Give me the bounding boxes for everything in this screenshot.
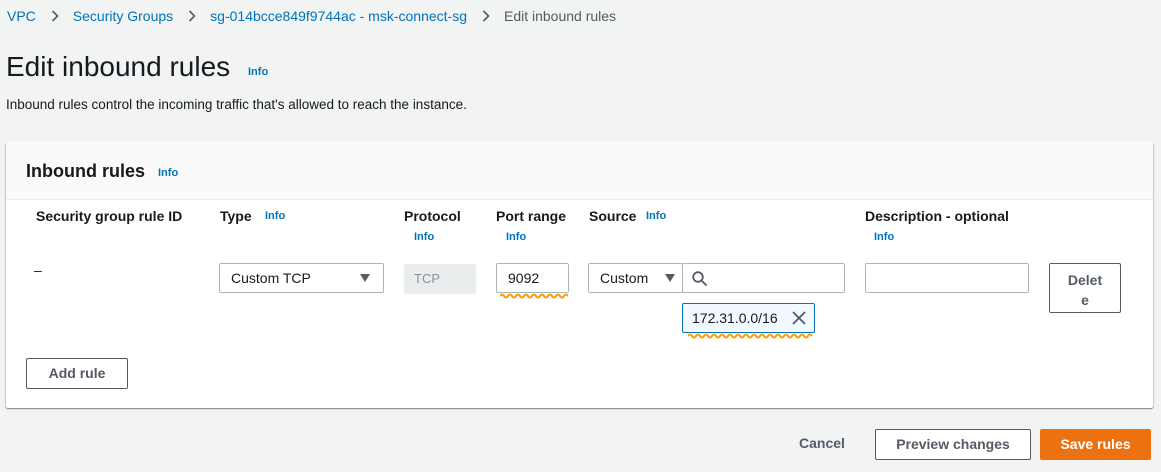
add-rule-button[interactable]: Add rule [26, 358, 128, 389]
edit-inbound-rules-page: VPC Security Groups sg-014bcce849f9744ac… [0, 0, 1161, 472]
spellcheck-underline [500, 293, 568, 299]
breadcrumb: VPC Security Groups sg-014bcce849f9744ac… [7, 6, 616, 26]
protocol-value: TCP [414, 271, 440, 286]
preview-changes-button[interactable]: Preview changes [875, 429, 1031, 460]
page-description: Inbound rules control the incoming traff… [6, 97, 467, 112]
breadcrumb-security-group[interactable]: sg-014bcce849f9744ac - msk-connect-sg [210, 8, 467, 24]
protocol-info-link[interactable]: Info [414, 231, 434, 243]
port-range-value: 9092 [508, 270, 540, 286]
port-range-input[interactable]: 9092 [496, 263, 569, 293]
caret-down-icon [360, 274, 370, 282]
page-title: Edit inbound rules [6, 51, 231, 82]
type-info-link[interactable]: Info [265, 210, 285, 222]
panel-info-link[interactable]: Info [158, 167, 178, 179]
inbound-rules-panel: Inbound rules Info Security group rule I… [6, 142, 1153, 408]
breadcrumb-security-groups[interactable]: Security Groups [73, 8, 173, 24]
save-rules-button[interactable]: Save rules [1040, 429, 1151, 460]
page-info-link[interactable]: Info [248, 66, 268, 78]
delete-button[interactable]: Delete [1049, 263, 1121, 313]
type-select-value: Custom TCP [231, 270, 311, 286]
chevron-right-icon [188, 10, 196, 22]
chevron-right-icon [482, 10, 490, 22]
col-port-range: Port range [496, 208, 567, 224]
source-type-value: Custom [600, 270, 649, 286]
close-icon[interactable] [792, 311, 806, 325]
cancel-button[interactable]: Cancel [799, 435, 845, 451]
caret-down-icon [665, 274, 675, 282]
spellcheck-underline [688, 333, 813, 339]
col-rule-id: Security group rule ID [36, 208, 183, 224]
breadcrumb-vpc[interactable]: VPC [7, 8, 36, 24]
chevron-right-icon [51, 10, 59, 22]
type-select[interactable]: Custom TCP [219, 263, 384, 293]
col-source: Source [589, 208, 637, 224]
col-type: Type [220, 208, 252, 224]
rule-id-value: – [34, 262, 42, 278]
panel-header: Inbound rules Info [6, 142, 1153, 200]
description-input[interactable] [865, 263, 1029, 293]
search-icon [692, 271, 707, 286]
port-range-info-link[interactable]: Info [506, 231, 526, 243]
source-search-input[interactable] [682, 263, 845, 293]
col-description: Description - optional [865, 208, 1009, 224]
panel-title: Inbound rules [26, 161, 145, 181]
source-info-link[interactable]: Info [646, 210, 666, 222]
source-type-select[interactable]: Custom [588, 263, 683, 293]
col-protocol: Protocol [404, 208, 461, 224]
protocol-field: TCP [404, 264, 476, 294]
breadcrumb-current: Edit inbound rules [503, 8, 617, 24]
source-token-value: 172.31.0.0/16 [692, 310, 778, 326]
description-info-link[interactable]: Info [874, 231, 894, 243]
source-token: 172.31.0.0/16 [682, 303, 815, 333]
